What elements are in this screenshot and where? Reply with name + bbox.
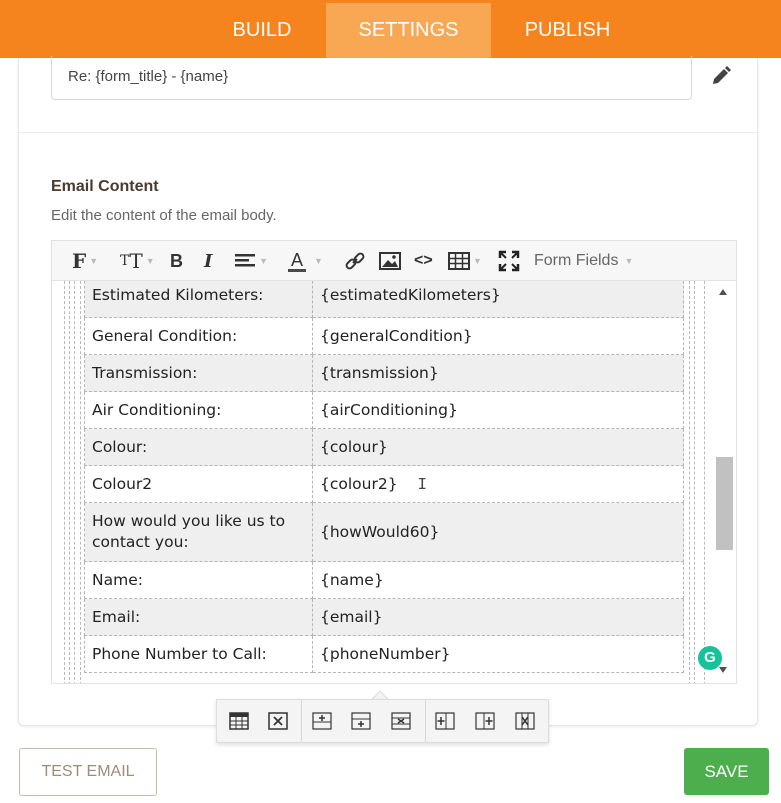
- field-label-cell[interactable]: Colour:: [84, 428, 313, 466]
- scrollbar-thumb[interactable]: [716, 457, 733, 550]
- insert-column-right-button[interactable]: [475, 712, 495, 730]
- font-size-glyph: T: [129, 249, 143, 273]
- field-label-cell[interactable]: Email:: [84, 598, 313, 636]
- editor-guide: [69, 281, 70, 683]
- delete-column-icon: [515, 712, 535, 730]
- table-row: Transmission: {transmission}: [84, 354, 684, 392]
- grammarly-icon[interactable]: G: [698, 646, 722, 670]
- email-subject-input[interactable]: Re: {form_title} - {name}: [51, 56, 692, 100]
- field-value-cell[interactable]: {estimatedKilometers}: [312, 281, 684, 318]
- editor-toolbar: F ▼ T T ▼ B I ▼ A ▼ <> ▼ Form Fields ▼: [51, 240, 737, 280]
- table-button[interactable]: ▼: [448, 249, 482, 273]
- top-navigation: BUILD SETTINGS PUBLISH: [0, 0, 781, 58]
- text-cursor-icon: I: [417, 475, 427, 493]
- field-value-cell[interactable]: {airConditioning}: [312, 391, 684, 429]
- editor-guide: [74, 281, 75, 683]
- field-label-cell[interactable]: General Condition:: [84, 317, 313, 355]
- toolbar-separator: [301, 700, 302, 742]
- table-row: General Condition: {generalCondition}: [84, 317, 684, 355]
- editor-guide: [64, 281, 65, 683]
- insert-column-left-icon: [435, 712, 455, 730]
- editor-guide: [689, 281, 690, 683]
- image-button[interactable]: [379, 249, 401, 273]
- editor-guide: [704, 281, 705, 683]
- field-value-cell[interactable]: {name}: [312, 561, 684, 599]
- test-email-button[interactable]: TEST EMAIL: [19, 748, 157, 796]
- delete-column-button[interactable]: [515, 712, 535, 730]
- field-value-cell[interactable]: {phoneNumber}: [312, 635, 684, 673]
- delete-table-icon: [268, 712, 288, 730]
- field-value-cell[interactable]: {colour2} I: [312, 465, 684, 503]
- field-label-cell[interactable]: How would you like us to contact you:: [84, 502, 313, 562]
- delete-row-icon: [391, 712, 411, 730]
- table-edit-popup: [216, 699, 549, 743]
- table-row: Name: {name}: [84, 561, 684, 599]
- field-label-cell[interactable]: Colour2: [84, 465, 313, 503]
- table-row: Phone Number to Call: {phoneNumber}: [84, 635, 684, 673]
- form-fields-button[interactable]: Form Fields ▼: [534, 249, 633, 273]
- pencil-icon[interactable]: [709, 64, 733, 88]
- bold-button[interactable]: B: [170, 249, 183, 273]
- email-fields-table: Estimated Kilometers: {estimatedKilomete…: [84, 281, 684, 673]
- italic-button[interactable]: I: [204, 249, 212, 273]
- code-view-button[interactable]: <>: [414, 249, 433, 273]
- delete-row-button[interactable]: [391, 712, 411, 730]
- table-row: Email: {email}: [84, 598, 684, 636]
- font-color-button[interactable]: A ▼: [288, 249, 323, 273]
- tab-publish[interactable]: PUBLISH: [491, 3, 644, 58]
- insert-column-left-button[interactable]: [435, 712, 455, 730]
- field-value-cell[interactable]: {generalCondition}: [312, 317, 684, 355]
- insert-row-below-button[interactable]: [351, 712, 371, 730]
- insert-row-above-button[interactable]: [312, 712, 332, 730]
- table-row: Air Conditioning: {airConditioning}: [84, 391, 684, 429]
- email-content-label: Email Content: [51, 178, 159, 195]
- email-body-editor[interactable]: Estimated Kilometers: {estimatedKilomete…: [51, 280, 737, 684]
- link-icon: [345, 252, 365, 270]
- field-label-cell[interactable]: Transmission:: [84, 354, 313, 392]
- field-value-cell[interactable]: {email}: [312, 598, 684, 636]
- insert-row-below-icon: [351, 712, 371, 730]
- field-label-cell[interactable]: Phone Number to Call:: [84, 635, 313, 673]
- table-header-button[interactable]: [229, 712, 249, 730]
- table-row: Colour2 {colour2} I: [84, 465, 684, 503]
- table-header-icon: [229, 712, 249, 730]
- field-value-cell[interactable]: {colour}: [312, 428, 684, 466]
- align-left-icon: [235, 254, 255, 267]
- email-content-description: Edit the content of the email body.: [51, 207, 277, 224]
- field-label-cell[interactable]: Estimated Kilometers:: [84, 281, 313, 318]
- fullscreen-icon: [498, 250, 520, 272]
- form-fields-label: Form Fields: [534, 252, 619, 269]
- editor-guide: [694, 281, 695, 683]
- scroll-up-arrow-icon[interactable]: [719, 289, 727, 295]
- table-row: Estimated Kilometers: {estimatedKilomete…: [84, 281, 684, 318]
- toolbar-separator: [425, 700, 426, 742]
- font-family-button[interactable]: F ▼: [72, 249, 98, 273]
- tab-settings[interactable]: SETTINGS: [326, 3, 491, 58]
- table-icon: [448, 252, 470, 270]
- insert-column-right-icon: [475, 712, 495, 730]
- field-value-cell[interactable]: {transmission}: [312, 354, 684, 392]
- table-row: How would you like us to contact you: {h…: [84, 502, 684, 562]
- link-button[interactable]: [344, 249, 366, 273]
- editor-guide: [80, 281, 81, 683]
- fullscreen-button[interactable]: [498, 249, 520, 273]
- field-value-cell[interactable]: {howWould60}: [312, 502, 684, 562]
- delete-table-button[interactable]: [268, 712, 288, 730]
- table-row: Colour: {colour}: [84, 428, 684, 466]
- section-divider: [19, 132, 757, 133]
- field-label-cell[interactable]: Name:: [84, 561, 313, 599]
- field-label-cell[interactable]: Air Conditioning:: [84, 391, 313, 429]
- align-button[interactable]: ▼: [234, 249, 268, 273]
- scroll-down-arrow-icon[interactable]: [719, 667, 727, 673]
- tab-build[interactable]: BUILD: [198, 3, 326, 58]
- image-icon: [379, 252, 401, 270]
- font-size-icon: T: [120, 253, 130, 269]
- field-value-text: {colour2}: [320, 475, 398, 493]
- save-button[interactable]: SAVE: [684, 748, 769, 795]
- font-icon: F: [72, 249, 87, 273]
- font-size-button[interactable]: T T ▼: [120, 249, 155, 273]
- font-color-icon: A: [288, 251, 306, 272]
- insert-row-above-icon: [312, 712, 332, 730]
